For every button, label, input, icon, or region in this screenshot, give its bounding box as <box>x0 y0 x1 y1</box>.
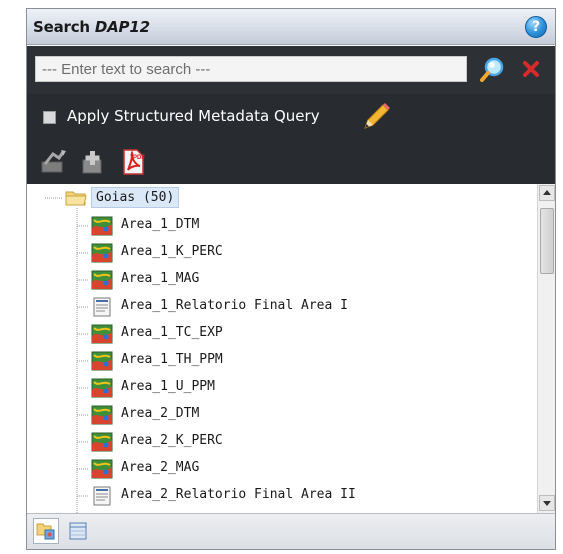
panel-title: Search DAP12 <box>33 18 150 36</box>
tree-item-label: Area_2_Relatorio Final Area II <box>121 487 356 502</box>
metadata-query-row: Apply Structured Metadata Query <box>27 94 555 140</box>
scroll-down-button[interactable] <box>539 495 555 511</box>
scroll-thumb[interactable] <box>540 208 554 274</box>
search-icon[interactable] <box>479 56 507 84</box>
search-panel: Search DAP12 ? Apply Structured Metadata… <box>26 8 556 550</box>
raster-map-icon <box>91 243 113 263</box>
raster-map-icon <box>91 270 113 290</box>
search-controls: Apply Structured Metadata Query <box>27 46 555 184</box>
view-switcher-bar <box>27 513 555 549</box>
metadata-query-checkbox[interactable] <box>43 111 56 124</box>
tree-view-icon <box>36 523 55 540</box>
folder-label: Goias (50) <box>91 187 180 208</box>
pdf-icon[interactable]: PDF <box>119 148 147 176</box>
raster-map-icon <box>91 216 113 236</box>
raster-map-icon <box>91 432 113 452</box>
chevron-down-icon <box>543 501 551 506</box>
metadata-query-label: Apply Structured Metadata Query <box>67 107 320 125</box>
search-input[interactable] <box>35 56 467 82</box>
raster-map-icon <box>91 351 113 371</box>
results-tree: Goias (50) Area_1_DTM Area_1_K_PERC Area_1… <box>27 184 537 513</box>
title-bar: Search DAP12 ? <box>27 9 555 45</box>
tree-item-label: Area_2_DTM <box>121 406 200 421</box>
list-view-icon <box>69 522 87 540</box>
add-to-map-icon[interactable] <box>79 148 107 176</box>
tree-view-tab[interactable] <box>33 518 59 544</box>
search-row <box>27 46 555 94</box>
tree-item-label: Area_1_MAG <box>121 271 200 286</box>
scroll-up-button[interactable] <box>539 185 555 201</box>
raster-map-icon <box>91 324 113 344</box>
tree-item-label: Area_1_Relatorio Final Area I <box>121 298 348 313</box>
tree-scrollbar[interactable] <box>537 184 555 513</box>
document-icon <box>91 486 113 506</box>
raster-map-icon <box>91 459 113 479</box>
folder-icon <box>65 191 87 206</box>
raster-map-icon <box>91 405 113 425</box>
list-view-tab[interactable] <box>65 518 91 544</box>
export-icon[interactable] <box>39 148 67 176</box>
raster-map-icon <box>91 378 113 398</box>
document-icon <box>91 297 113 317</box>
clear-search-icon[interactable] <box>521 59 541 79</box>
tree-item-label: Area_1_K_PERC <box>121 244 223 259</box>
title-prefix: Search <box>33 18 95 36</box>
pencil-icon[interactable] <box>359 100 393 134</box>
chevron-up-icon <box>543 190 551 195</box>
result-toolbar: PDF <box>27 140 555 184</box>
tree-item-label: Area_1_TH_PPM <box>121 352 223 367</box>
tree-item-label: Area_1_TC_EXP <box>121 325 223 340</box>
tree-item-label: Area_1_DTM <box>121 217 200 232</box>
title-dataset-name: DAP12 <box>94 18 150 36</box>
svg-text:PDF: PDF <box>133 155 145 161</box>
tree-item-label: Area_2_MAG <box>121 460 200 475</box>
tree-item-label: Area_2_K_PERC <box>121 433 223 448</box>
help-icon[interactable]: ? <box>525 16 547 38</box>
tree-item-label: Area_1_U_PPM <box>121 379 215 394</box>
